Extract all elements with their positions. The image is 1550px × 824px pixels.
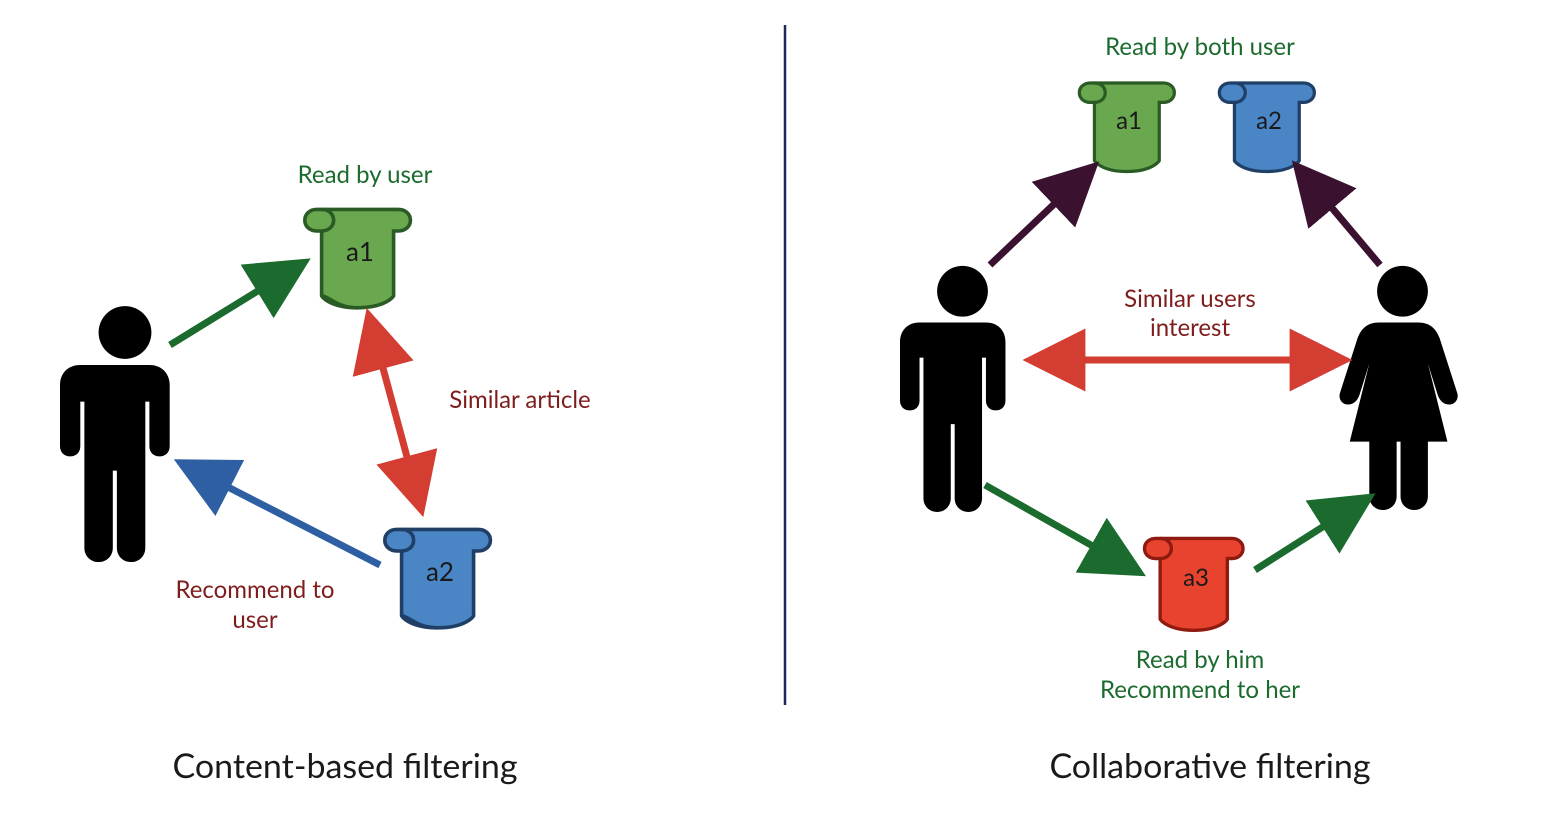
read-recommend-label: Read by him Recommend to her xyxy=(1075,645,1325,705)
read-by-both-label: Read by both user xyxy=(1075,32,1325,61)
right-title: Collaborative filtering xyxy=(1010,745,1410,786)
similar-users-label: Similar users interest xyxy=(1085,285,1295,343)
arrow-a3-to-woman xyxy=(1255,500,1365,570)
arrow-man-to-a1a2 xyxy=(990,170,1090,265)
arrow-woman-to-a1a2 xyxy=(1300,170,1380,265)
arrow-man-to-a3 xyxy=(985,485,1135,570)
